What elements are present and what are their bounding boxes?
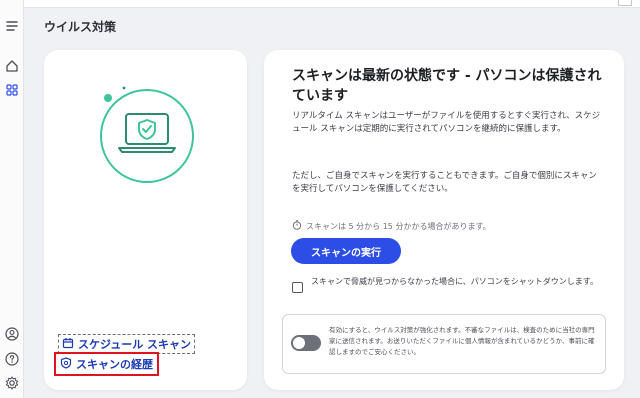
calendar-icon: [62, 337, 74, 352]
scan-history-link[interactable]: スキャンの経歴: [54, 352, 159, 376]
protected-laptop-illustration: [100, 86, 194, 183]
cloud-protection-text: 有効にすると、ウイルス対策が強化されます。不審なファイルは、検査のために当社の専…: [329, 326, 595, 356]
scan-history-label: スキャンの経歴: [76, 358, 153, 371]
home-icon[interactable]: [4, 58, 20, 74]
shutdown-checkbox-label: スキャンで脅威が見つからなかった場合に、パソコンをシャットダウンします。: [311, 277, 598, 286]
scan-status-card: スキャンは最新の状態です - パソコンは保護されています リアルタイム スキャン…: [264, 50, 624, 390]
shield-history-icon: [60, 356, 72, 372]
menu-icon[interactable]: [4, 18, 20, 34]
cloud-protection-panel: 有効にすると、ウイルス対策が強化されます。不審なファイルは、検査のために当社の専…: [282, 314, 606, 374]
settings-icon[interactable]: [4, 375, 20, 391]
scan-illustration-card: スケジュール スキャン スキャンの経歴: [44, 50, 247, 390]
title-bar-strip: [24, 0, 640, 8]
schedule-scan-label: スケジュール スキャン: [78, 338, 192, 351]
shutdown-checkbox[interactable]: [292, 282, 303, 293]
shutdown-after-scan-option[interactable]: スキャンで脅威が見つからなかった場合に、パソコンをシャットダウンします。: [292, 276, 610, 293]
page-title: ウイルス対策: [44, 20, 117, 34]
cloud-protection-toggle[interactable]: [291, 335, 321, 351]
scan-description: リアルタイム スキャンはユーザーがファイルを使用するとすぐ実行され、スケジュール…: [292, 111, 601, 134]
account-icon[interactable]: [4, 326, 20, 342]
scan-status-title: スキャンは最新の状態です - パソコンは保護されています: [292, 68, 602, 104]
left-nav-rail: [0, 0, 24, 398]
window-control[interactable]: [618, 0, 632, 6]
apps-grid-icon[interactable]: [4, 82, 20, 98]
scan-duration-text: スキャンは 5 分から 15 分かかる場合があります。: [306, 221, 491, 231]
stopwatch-icon: [292, 220, 302, 232]
help-icon[interactable]: [4, 351, 20, 367]
toggle-knob: [293, 337, 305, 349]
manual-scan-description: ただし、ご自身でスキャンを実行することもできます。ご自身で個別にスキャンを実行し…: [292, 171, 597, 194]
schedule-scan-link[interactable]: スケジュール スキャン: [58, 334, 196, 354]
scan-duration-hint: スキャンは 5 分から 15 分かかる場合があります。: [292, 220, 491, 232]
run-scan-button[interactable]: スキャンの実行: [291, 238, 401, 264]
